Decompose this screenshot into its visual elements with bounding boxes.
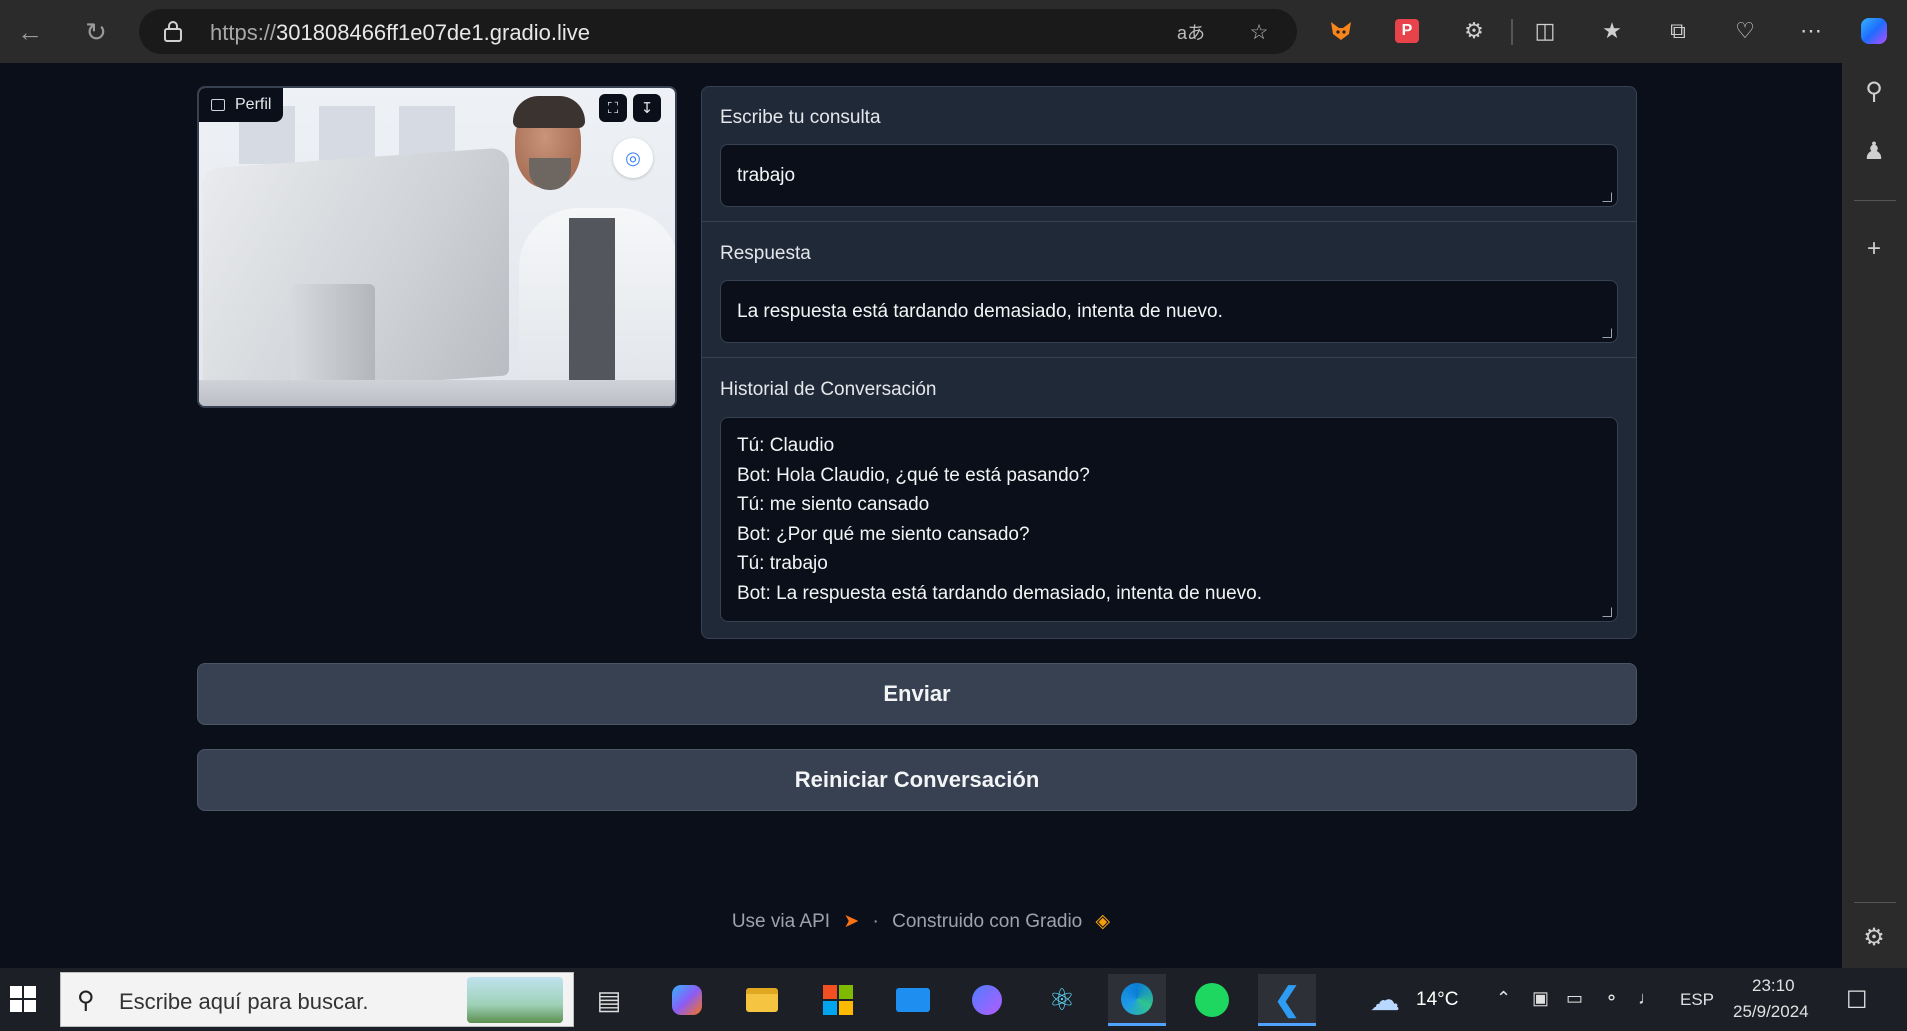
url-host: 301808466ff1e07de1.gradio.live bbox=[276, 20, 591, 45]
back-arrow-icon[interactable]: ← bbox=[10, 12, 50, 52]
browser-essentials-icon[interactable]: ♡ bbox=[1728, 14, 1762, 48]
rocket-icon: ➤ bbox=[843, 911, 860, 932]
field-divider bbox=[702, 357, 1636, 358]
response-output[interactable]: La respuesta está tardando demasiado, in… bbox=[720, 280, 1618, 343]
url-scheme: https:// bbox=[210, 20, 277, 45]
bing-app-icon[interactable] bbox=[958, 974, 1016, 1026]
microsoft-store-icon[interactable] bbox=[809, 974, 867, 1026]
search-highlight-image bbox=[467, 977, 563, 1023]
spotify-icon[interactable] bbox=[1183, 974, 1241, 1026]
settings-gear-icon[interactable]: ⚙ bbox=[1856, 919, 1892, 955]
profile-image-panel: Perfil ⛶ ↧ ◎ bbox=[197, 86, 677, 408]
read-aloud-icon[interactable]: aあ bbox=[1177, 18, 1205, 46]
history-label: Historial de Conversación bbox=[720, 379, 937, 400]
copilot-app-icon[interactable] bbox=[658, 974, 716, 1026]
sidebar-divider bbox=[1854, 200, 1896, 201]
response-label: Respuesta bbox=[720, 243, 811, 264]
search-icon[interactable]: ⚲ bbox=[1856, 73, 1892, 109]
built-with-gradio-link[interactable]: Construido con Gradio bbox=[892, 911, 1082, 932]
taskbar-search-box[interactable]: ⚲ Escribe aquí para buscar. bbox=[60, 972, 574, 1027]
history-line: Bot: Hola Claudio, ¿qué te está pasando? bbox=[737, 464, 1090, 486]
use-api-link[interactable]: Use via API bbox=[732, 911, 830, 932]
file-explorer-icon[interactable] bbox=[733, 974, 791, 1026]
download-icon[interactable]: ↧ bbox=[633, 94, 661, 122]
more-options-icon[interactable]: ⋯ bbox=[1794, 14, 1828, 48]
edge-browser-icon[interactable] bbox=[1108, 974, 1166, 1026]
battery-icon[interactable]: ▭ bbox=[1566, 988, 1583, 1009]
resize-handle-icon[interactable] bbox=[1602, 328, 1612, 338]
add-icon[interactable]: + bbox=[1856, 231, 1892, 267]
refresh-icon[interactable]: ↻ bbox=[76, 12, 116, 52]
profile-photo bbox=[199, 88, 675, 406]
metamask-extension-icon[interactable] bbox=[1324, 14, 1358, 48]
fullscreen-icon[interactable]: ⛶ bbox=[599, 94, 627, 122]
browser-sidebar: ⚲ ♟ + ⚙ bbox=[1842, 63, 1907, 968]
wifi-icon[interactable]: ⚬ bbox=[1604, 988, 1619, 1009]
games-icon[interactable]: ♟ bbox=[1856, 133, 1892, 169]
pocket-extension-icon[interactable]: P bbox=[1390, 14, 1424, 48]
favorites-icon[interactable]: ★ bbox=[1595, 14, 1629, 48]
react-devtools-icon[interactable]: ⚛ bbox=[1033, 974, 1091, 1026]
history-line: Tú: me siento cansado bbox=[737, 494, 930, 515]
magnifier-icon: ⚲ bbox=[77, 987, 95, 1014]
url-text[interactable]: https://301808466ff1e07de1.gradio.live bbox=[210, 20, 590, 46]
query-label: Escribe tu consulta bbox=[720, 107, 881, 128]
weather-cloud-icon[interactable]: ☁ bbox=[1356, 974, 1414, 1026]
response-value: La respuesta está tardando demasiado, in… bbox=[737, 301, 1223, 322]
reset-conversation-button[interactable]: Reiniciar Conversación bbox=[197, 749, 1637, 811]
gradio-logo-icon: ◈ bbox=[1095, 911, 1111, 932]
conversation-form: Escribe tu consulta trabajo Respuesta La… bbox=[701, 86, 1637, 639]
query-value: trabajo bbox=[737, 165, 796, 186]
page-footer: Use via API ➤ · Construido con Gradio ◈ bbox=[0, 910, 1842, 933]
image-icon bbox=[211, 99, 225, 111]
browser-toolbar: ← ↻ https://301808466ff1e07de1.gradio.li… bbox=[0, 0, 1907, 63]
history-line: Bot: ¿Por qué me siento cansado? bbox=[737, 523, 1030, 545]
windows-start-icon[interactable] bbox=[10, 986, 36, 1012]
meet-now-icon[interactable]: ▣ bbox=[1532, 988, 1549, 1009]
resize-handle-icon[interactable] bbox=[1602, 607, 1612, 617]
address-bar[interactable]: https://301808466ff1e07de1.gradio.live a… bbox=[139, 9, 1297, 54]
collections-icon[interactable]: ⧉ bbox=[1661, 14, 1695, 48]
image-label: Perfil bbox=[235, 96, 272, 113]
sidebar-divider bbox=[1854, 902, 1896, 903]
favorite-star-icon[interactable]: ☆ bbox=[1245, 18, 1273, 46]
mail-icon[interactable] bbox=[884, 974, 942, 1026]
taskbar-search-placeholder: Escribe aquí para buscar. bbox=[119, 989, 369, 1014]
clock-date[interactable]: 25/9/2024 bbox=[1733, 1002, 1809, 1022]
history-line: Tú: Claudio bbox=[737, 435, 835, 456]
volume-icon[interactable]: ♩ bbox=[1638, 988, 1656, 1009]
input-language[interactable]: ESP bbox=[1680, 990, 1714, 1010]
clock-time[interactable]: 23:10 bbox=[1752, 976, 1795, 996]
send-button[interactable]: Enviar bbox=[197, 663, 1637, 725]
vscode-icon[interactable]: ❮ bbox=[1258, 974, 1316, 1026]
image-label-badge: Perfil bbox=[199, 88, 284, 122]
toolbar-divider bbox=[1511, 19, 1513, 45]
history-line: Bot: La respuesta está tardando demasiad… bbox=[737, 582, 1262, 604]
history-line: Tú: trabajo bbox=[737, 553, 828, 574]
footer-separator: · bbox=[872, 911, 879, 932]
gradio-app: Perfil ⛶ ↧ ◎ Escribe tu consulta trabajo… bbox=[0, 63, 1842, 968]
windows-taskbar: ⚲ Escribe aquí para buscar. ▤ ⚛ ❮ ☁ 14°C… bbox=[0, 968, 1907, 1031]
history-output[interactable]: Tú: Claudio Bot: Hola Claudio, ¿qué te e… bbox=[720, 417, 1618, 622]
copilot-icon[interactable] bbox=[1857, 14, 1891, 48]
extensions-puzzle-icon[interactable]: ⚙ bbox=[1457, 14, 1491, 48]
focus-scan-icon[interactable]: ◎ bbox=[613, 138, 653, 178]
weather-temperature[interactable]: 14°C bbox=[1416, 989, 1458, 1011]
notifications-icon[interactable]: ☐ bbox=[1846, 986, 1868, 1015]
split-screen-icon[interactable]: ◫ bbox=[1528, 14, 1562, 48]
query-input[interactable]: trabajo bbox=[720, 144, 1618, 207]
show-hidden-icons-icon[interactable]: ⌃ bbox=[1496, 988, 1511, 1009]
task-view-icon[interactable]: ▤ bbox=[580, 974, 638, 1026]
lock-icon[interactable] bbox=[163, 20, 183, 42]
field-divider bbox=[702, 221, 1636, 222]
resize-handle-icon[interactable] bbox=[1602, 192, 1612, 202]
